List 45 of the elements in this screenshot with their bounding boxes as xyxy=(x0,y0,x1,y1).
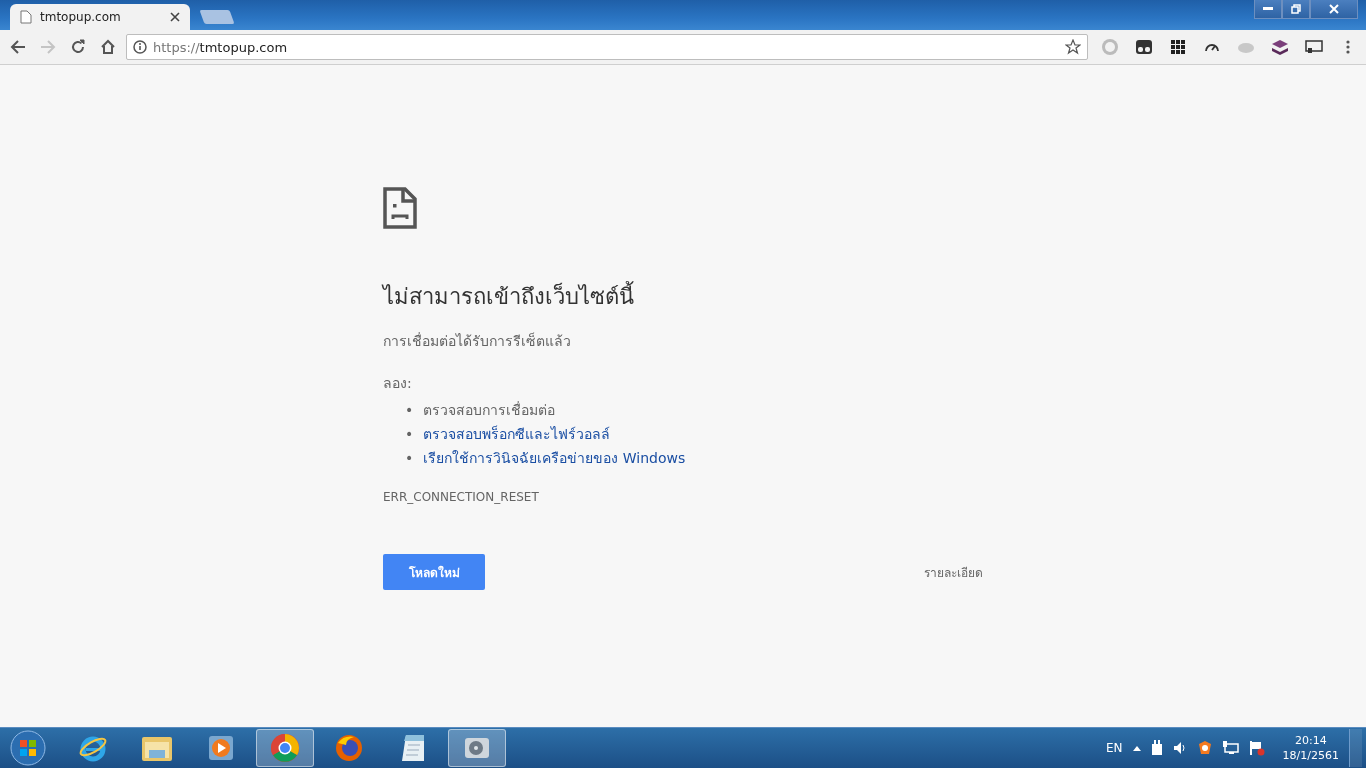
chrome-icon[interactable] xyxy=(270,733,300,763)
suggestion-link[interactable]: ตรวจสอบพร็อกซีและไฟร์วอลล์ xyxy=(423,422,611,446)
plug-icon[interactable] xyxy=(1150,740,1163,756)
close-icon xyxy=(1329,4,1339,14)
restore-button[interactable] xyxy=(1282,0,1310,19)
volume-icon[interactable] xyxy=(1172,741,1187,755)
bullet: • xyxy=(405,401,414,420)
shield-icon[interactable] xyxy=(1196,740,1213,756)
error-heading: ไม่สามารถเข้าถึงเว็บไซต์นี้ xyxy=(383,279,634,314)
taskbar-app[interactable] xyxy=(448,729,506,767)
bullet: • xyxy=(405,425,414,444)
notepad-icon[interactable] xyxy=(400,733,426,763)
back-icon[interactable] xyxy=(10,39,26,55)
close-icon[interactable] xyxy=(170,12,180,22)
taskbar-app[interactable] xyxy=(256,729,314,767)
address-field[interactable]: https://tmtopup.com xyxy=(126,34,1088,60)
error-code: ERR_CONNECTION_RESET xyxy=(383,490,539,504)
bullet: • xyxy=(405,449,414,468)
suggestion-text: ตรวจสอบการเชื่อมต่อ xyxy=(423,400,556,420)
restore-icon xyxy=(1291,4,1301,14)
page-icon xyxy=(20,10,32,24)
reload-icon[interactable] xyxy=(70,39,86,55)
show-hidden-icon[interactable] xyxy=(1132,745,1141,751)
folder-icon[interactable] xyxy=(141,734,173,762)
suggestion-link[interactable]: เรียกใช้การวินิจฉัยเครือข่ายของ Windows xyxy=(423,446,686,470)
error-description: การเชื่อมต่อได้รับการรีเซ็ตแล้ว xyxy=(383,331,571,351)
clock[interactable]: 20:14 18/1/2561 xyxy=(1282,733,1339,763)
play-icon[interactable] xyxy=(208,735,234,761)
try-label: ลอง: xyxy=(383,374,412,393)
close-button[interactable] xyxy=(1310,0,1358,19)
sad-page-icon xyxy=(383,187,417,229)
flag-icon[interactable] xyxy=(1248,740,1265,756)
fox-globe-icon[interactable] xyxy=(334,733,364,763)
reload-page-button[interactable]: โหลดใหม่ xyxy=(383,554,485,590)
browser-tab[interactable]: tmtopup.com xyxy=(10,4,190,30)
start-button[interactable] xyxy=(9,729,47,767)
language-indicator[interactable]: EN xyxy=(1106,741,1123,755)
minimize-button[interactable] xyxy=(1254,0,1282,19)
info-icon xyxy=(133,40,147,54)
network-icon[interactable] xyxy=(1222,741,1239,755)
details-button[interactable]: รายละเอียด xyxy=(924,556,983,588)
minimize-icon xyxy=(1263,7,1273,11)
home-icon[interactable] xyxy=(100,39,116,55)
star-icon[interactable] xyxy=(1065,39,1081,55)
new-tab-button[interactable] xyxy=(199,10,235,24)
